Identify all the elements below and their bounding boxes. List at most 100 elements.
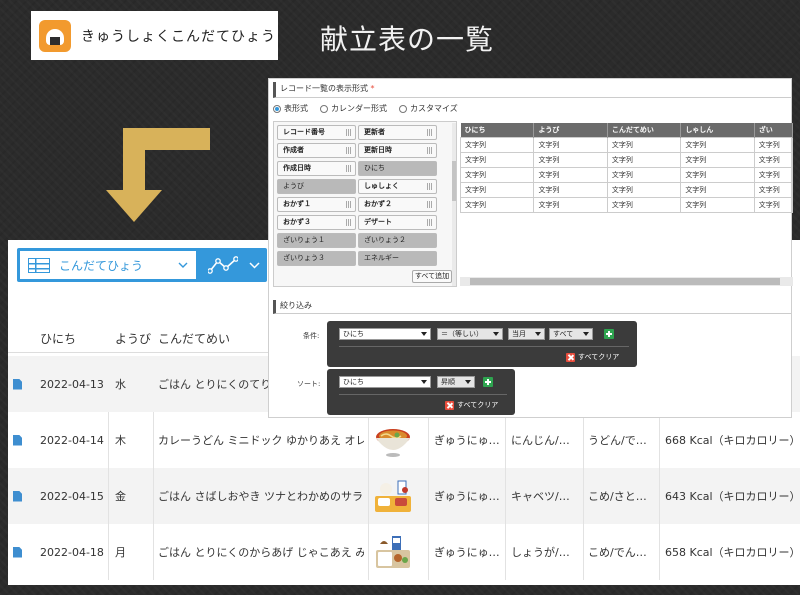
sort-order-select[interactable]: 昇順 bbox=[437, 376, 475, 388]
preview-scrollbar[interactable] bbox=[460, 277, 793, 286]
radio-table-format[interactable]: 表形式 bbox=[273, 103, 308, 114]
row-menu: ごはん さばしおやき ツナとわかめのサラ… bbox=[158, 490, 364, 503]
column-header-menu[interactable]: こんだてめい bbox=[158, 330, 230, 347]
field-button[interactable]: 更新日時 bbox=[358, 143, 437, 158]
radio-dot[interactable] bbox=[273, 104, 281, 113]
field-button-used[interactable]: ざいりょう３ bbox=[277, 251, 356, 266]
format-section-title: レコード一覧の表示形式 bbox=[280, 84, 368, 93]
preview-cell: 文字列 bbox=[460, 181, 535, 198]
field-button-used[interactable]: ざいりょう１ bbox=[277, 233, 356, 248]
preview-cell: 文字列 bbox=[606, 166, 682, 183]
record-detail-icon[interactable] bbox=[13, 434, 22, 446]
row-energy: 668 Kcal（キロカロリー） bbox=[665, 434, 797, 447]
preview-cell: 文字列 bbox=[753, 181, 793, 198]
row-field-2: にんじん/… bbox=[511, 434, 570, 447]
condition-field-select[interactable]: ひにち bbox=[339, 328, 431, 340]
field-scrollbar[interactable] bbox=[452, 123, 456, 286]
radio-dot[interactable] bbox=[399, 104, 407, 113]
preview-row: 文字列 文字列 文字列 文字列 文字列 bbox=[460, 196, 793, 213]
chevron-down-icon[interactable] bbox=[249, 260, 260, 270]
field-button[interactable]: おかず２ bbox=[358, 197, 437, 212]
preview-cell: 文字列 bbox=[680, 166, 755, 183]
noodle-bowl-icon[interactable] bbox=[374, 422, 412, 458]
app-badge: きゅうしょくこんだてひょう bbox=[31, 11, 278, 60]
format-section-header: レコード一覧の表示形式 * bbox=[273, 82, 791, 98]
preview-cell: 文字列 bbox=[606, 151, 682, 168]
row-date: 2022-04-14 bbox=[40, 433, 104, 447]
field-button[interactable]: レコード番号 bbox=[277, 125, 356, 140]
clear-label: すべてクリア bbox=[578, 353, 620, 361]
preview-cell: 文字列 bbox=[460, 136, 535, 153]
preview-row: 文字列 文字列 文字列 文字列 文字列 bbox=[460, 166, 793, 183]
add-all-button[interactable]: すべて追加 bbox=[412, 270, 452, 283]
preview-column-header[interactable]: ようび bbox=[533, 123, 608, 137]
row-menu: ごはん とりにくのからあげ じゃこあえ み… bbox=[158, 546, 364, 559]
preview-column-header[interactable]: しゃしん bbox=[680, 123, 755, 137]
preview-cell: 文字列 bbox=[753, 196, 793, 213]
field-button-used[interactable]: ざいりょう２ bbox=[358, 233, 437, 248]
graph-icon[interactable] bbox=[208, 256, 238, 274]
preview-row: 文字列 文字列 文字列 文字列 文字列 bbox=[460, 136, 793, 153]
field-button-used[interactable]: エネルギー bbox=[358, 251, 437, 266]
lunch-tray-icon[interactable] bbox=[374, 478, 412, 514]
row-energy: 658 Kcal（キロカロリー） bbox=[665, 546, 797, 559]
filter-section-header: 絞り込み bbox=[273, 300, 791, 314]
record-detail-icon[interactable] bbox=[13, 378, 22, 390]
sort-field-select[interactable]: ひにち bbox=[339, 376, 431, 388]
condition-label: 条件: bbox=[303, 332, 320, 340]
row-day: 水 bbox=[115, 378, 126, 391]
preview-column-header[interactable]: ざい bbox=[754, 123, 793, 137]
column-header-day[interactable]: ようび bbox=[115, 330, 151, 347]
app-name: きゅうしょくこんだてひょう bbox=[81, 28, 276, 45]
preview-column-header[interactable]: こんだてめい bbox=[607, 123, 682, 137]
clear-conditions-button[interactable]: すべてクリア bbox=[566, 352, 619, 362]
radio-custom-format[interactable]: カスタマイズ bbox=[399, 103, 458, 114]
close-icon bbox=[445, 400, 454, 410]
clear-sort-button[interactable]: すべてクリア bbox=[445, 400, 498, 410]
view-selector-bar: こんだてひょう bbox=[17, 248, 267, 282]
field-button[interactable]: おかず１ bbox=[277, 197, 356, 212]
table-row[interactable]: 2022-04-14 木 カレーうどん ミニドック ゆかりあえ オレ… ぎゅうに… bbox=[8, 412, 800, 468]
bento-icon[interactable] bbox=[374, 534, 412, 570]
preview-cell: 文字列 bbox=[606, 181, 682, 198]
field-button-used[interactable]: ようび bbox=[277, 179, 356, 194]
table-view-icon bbox=[28, 257, 50, 273]
row-field-1: ぎゅうにゅ… bbox=[434, 546, 500, 559]
preview-cell: 文字列 bbox=[533, 136, 608, 153]
field-button[interactable]: 更新者 bbox=[358, 125, 437, 140]
field-button[interactable]: 作成者 bbox=[277, 143, 356, 158]
condition-scope-select[interactable]: すべて bbox=[549, 328, 593, 340]
required-mark: * bbox=[370, 84, 375, 93]
row-day: 木 bbox=[115, 434, 126, 447]
field-button[interactable]: おかず３ bbox=[277, 215, 356, 230]
preview-cell: 文字列 bbox=[460, 196, 535, 213]
row-field-3: こめ/さと… bbox=[588, 490, 647, 503]
add-sort-icon[interactable] bbox=[483, 377, 493, 387]
preview-column-header[interactable]: ひにち bbox=[460, 123, 535, 137]
row-field-1: ぎゅうにゅ… bbox=[434, 434, 500, 447]
field-button[interactable]: 作成日時 bbox=[277, 161, 356, 176]
record-detail-icon[interactable] bbox=[13, 490, 22, 502]
preview-cell: 文字列 bbox=[460, 151, 535, 168]
clear-label: すべてクリア bbox=[457, 401, 499, 409]
field-button[interactable]: デザート bbox=[358, 215, 437, 230]
close-icon bbox=[566, 352, 575, 362]
column-header-date[interactable]: ひにち bbox=[40, 330, 76, 347]
radio-calendar-format[interactable]: カレンダー形式 bbox=[320, 103, 387, 114]
radio-dot[interactable] bbox=[320, 104, 328, 113]
add-condition-icon[interactable] bbox=[604, 329, 614, 339]
sort-box: ひにち 昇順 すべてクリア bbox=[327, 369, 515, 415]
row-field-2: キャベツ/… bbox=[511, 490, 570, 503]
table-row[interactable]: 2022-04-18 月 ごはん とりにくのからあげ じゃこあえ み… ぎゅうに… bbox=[8, 524, 800, 580]
view-select[interactable]: こんだてひょう bbox=[20, 251, 196, 279]
field-button[interactable]: しゅしょく bbox=[358, 179, 437, 194]
row-date: 2022-04-15 bbox=[40, 489, 104, 503]
condition-box: ひにち ＝（等しい） 当月 すべて すべてクリア bbox=[327, 321, 637, 367]
row-day: 月 bbox=[115, 546, 126, 559]
record-detail-icon[interactable] bbox=[13, 546, 22, 558]
condition-value-select[interactable]: 当月 bbox=[508, 328, 545, 340]
condition-operator-select[interactable]: ＝（等しい） bbox=[437, 328, 503, 340]
preview-cell: 文字列 bbox=[533, 196, 608, 213]
table-row[interactable]: 2022-04-15 金 ごはん さばしおやき ツナとわかめのサラ… ぎゅうにゅ… bbox=[8, 468, 800, 524]
field-button-used[interactable]: ひにち bbox=[358, 161, 437, 176]
